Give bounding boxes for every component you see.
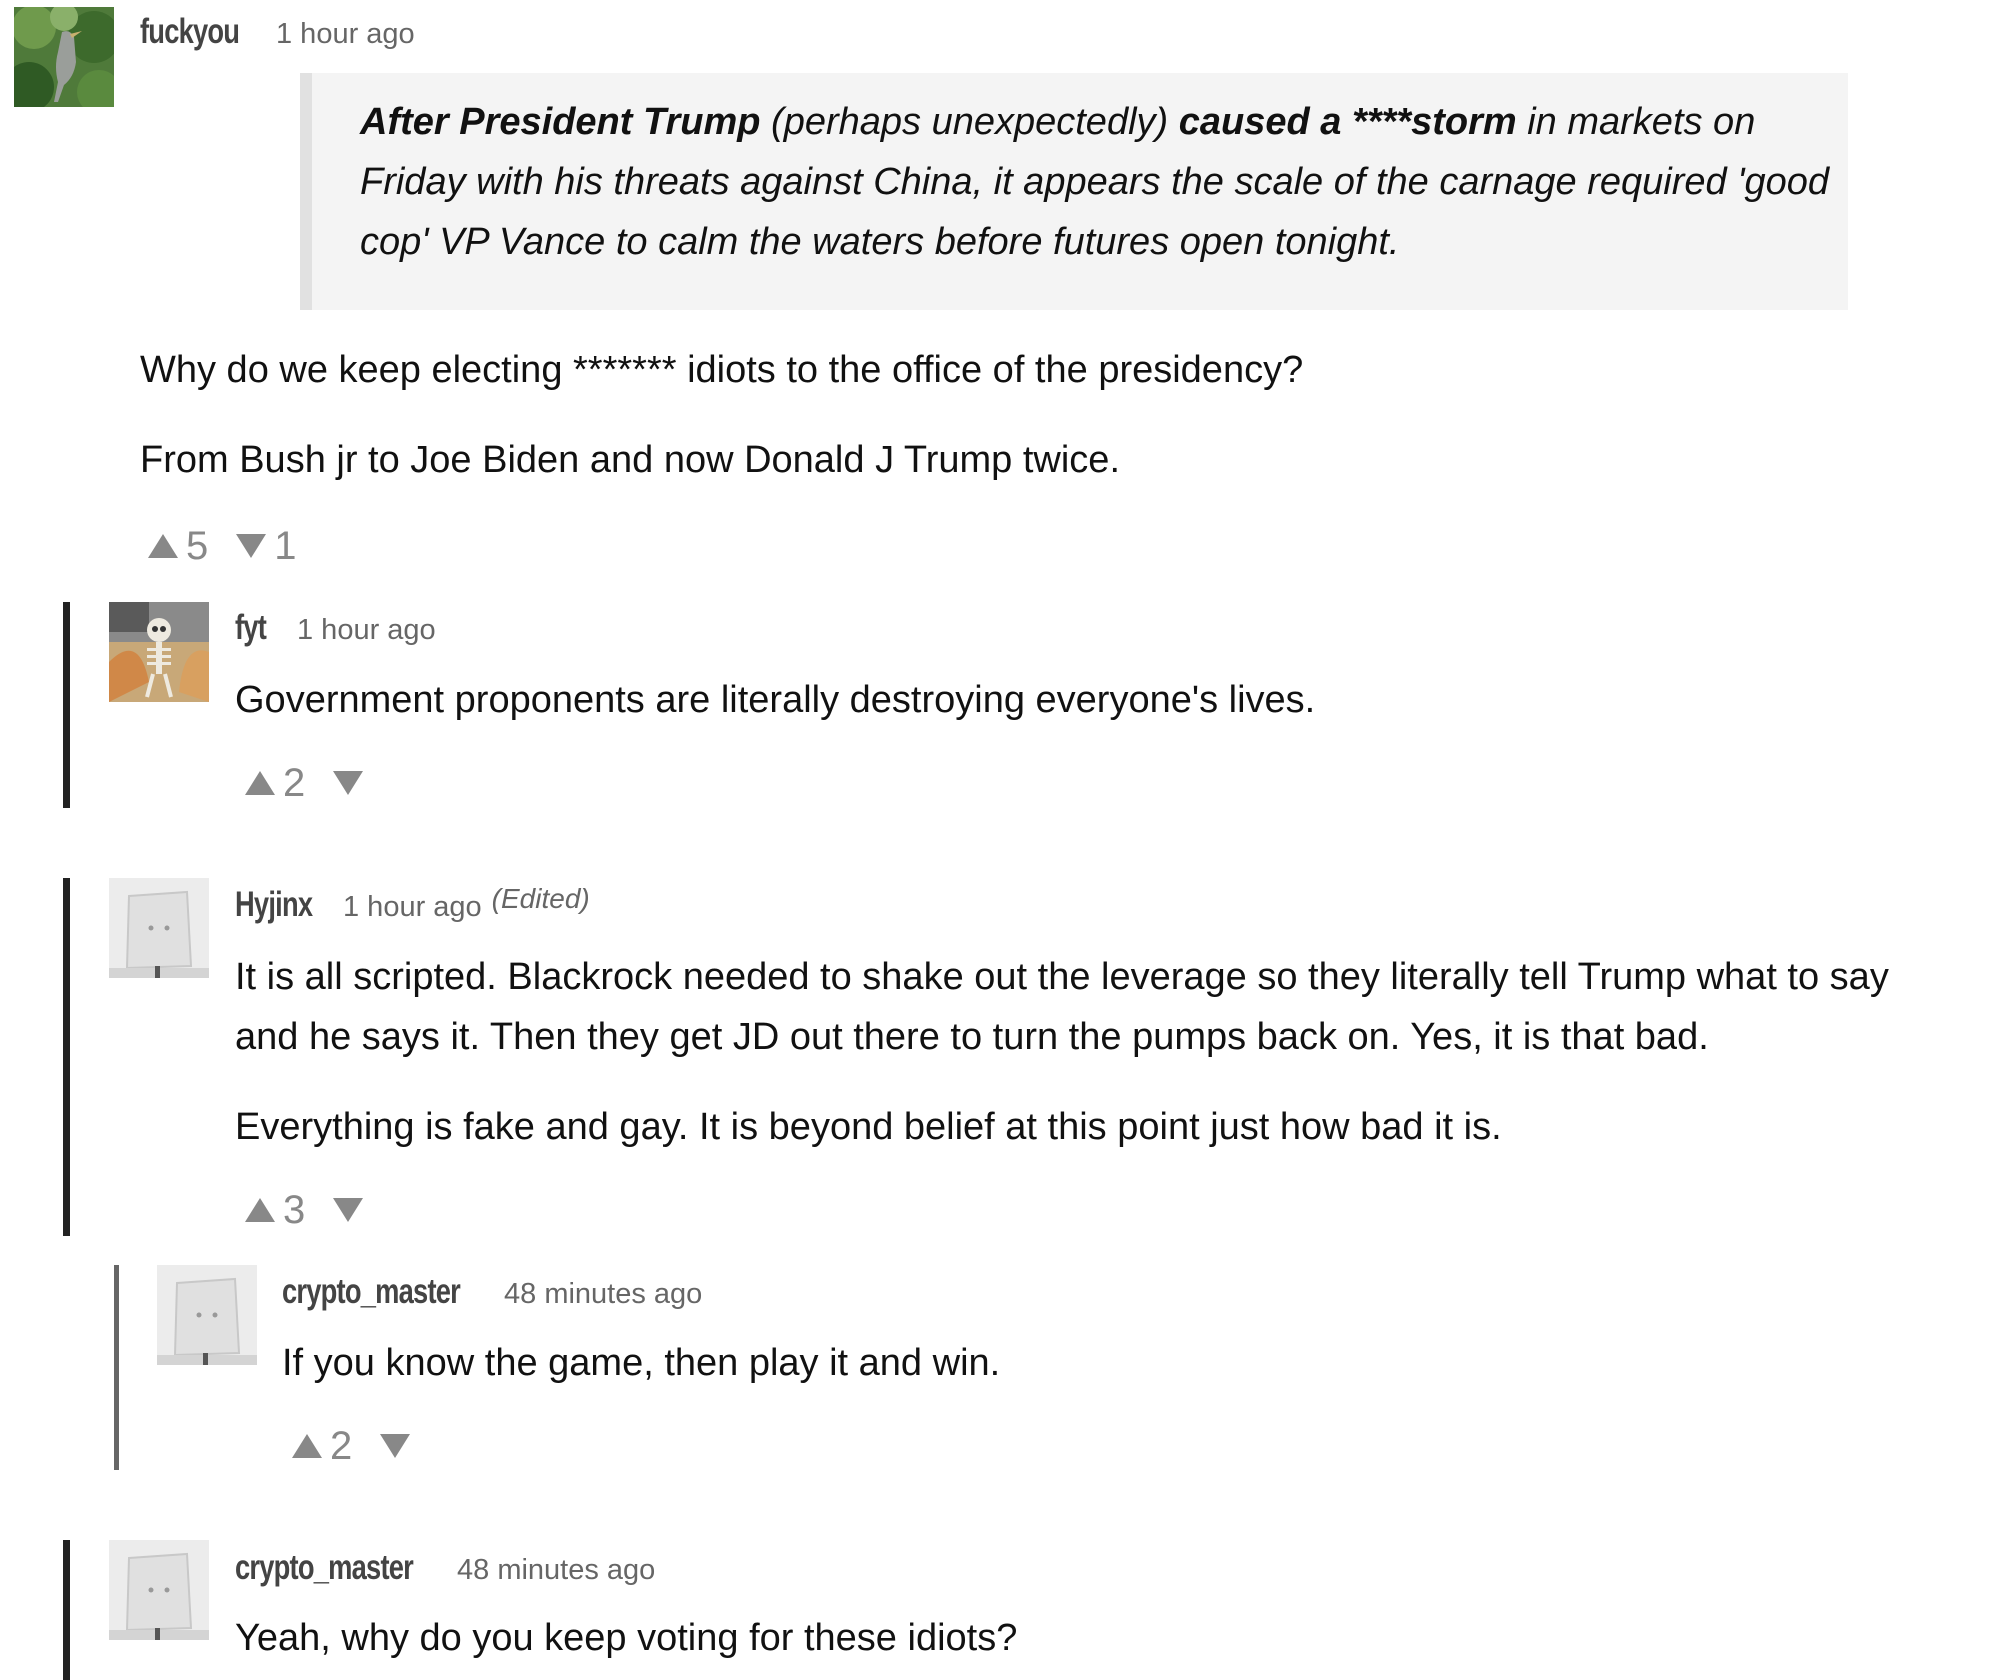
thread-line[interactable] — [63, 1540, 70, 1680]
downvote-count: 1 — [274, 524, 297, 568]
comment-text: and he says it. Then they get JD out the… — [235, 1016, 1709, 1058]
user-avatar[interactable] — [157, 1265, 257, 1365]
timestamp: 1 hour ago — [343, 891, 482, 923]
timestamp: 48 minutes ago — [457, 1554, 656, 1586]
username[interactable]: Hyjinx — [235, 885, 313, 925]
comment-text: Why do we keep electing ******* idiots t… — [140, 349, 1304, 391]
timestamp: 1 hour ago — [276, 18, 415, 50]
downvote-icon[interactable] — [333, 1198, 364, 1222]
upvote-count: 5 — [186, 524, 209, 568]
downvote-icon[interactable] — [333, 771, 364, 795]
username[interactable]: crypto_master — [235, 1548, 414, 1588]
skeleton-photo-icon — [109, 602, 209, 702]
downvote-icon[interactable] — [380, 1434, 411, 1458]
timestamp: 1 hour ago — [297, 614, 436, 646]
comment-text: Government proponents are literally dest… — [235, 679, 1316, 721]
edited-label: (Edited) — [491, 883, 590, 914]
thread-line[interactable] — [63, 602, 70, 808]
thread-line[interactable] — [114, 1265, 119, 1470]
default-avatar-icon — [109, 1540, 209, 1640]
vote-controls: 5 1 — [148, 526, 325, 566]
quote-text: After President Trump (perhaps unexpecte… — [360, 101, 1829, 263]
downvote-icon[interactable] — [236, 534, 267, 558]
thread-line[interactable] — [63, 878, 70, 1236]
upvote-count: 2 — [283, 761, 306, 805]
user-avatar[interactable] — [109, 602, 209, 702]
vote-controls: 3 — [245, 1188, 364, 1232]
user-avatar[interactable] — [109, 1540, 209, 1640]
comment-text: From Bush jr to Joe Biden and now Donald… — [140, 439, 1121, 481]
username[interactable]: crypto_master — [282, 1272, 461, 1312]
upvote-icon[interactable] — [245, 1198, 275, 1222]
upvote-icon[interactable] — [245, 771, 275, 795]
comment-text: Everything is fake and gay. It is beyond… — [235, 1106, 1502, 1148]
upvote-icon[interactable] — [148, 534, 178, 558]
comment-text: If you know the game, then play it and w… — [282, 1342, 1001, 1384]
user-avatar[interactable] — [14, 7, 114, 107]
upvote-icon[interactable] — [292, 1434, 322, 1458]
bird-photo-icon — [14, 7, 114, 107]
vote-controls: 2 — [292, 1424, 411, 1468]
upvote-count: 3 — [283, 1188, 306, 1232]
user-avatar[interactable] — [109, 878, 209, 978]
username[interactable]: fyt — [235, 608, 267, 648]
username[interactable]: fuckyou — [140, 12, 240, 52]
upvote-count: 2 — [330, 1424, 353, 1468]
timestamp: 48 minutes ago — [504, 1278, 703, 1310]
vote-controls: 2 — [245, 761, 364, 805]
comment-text: Yeah, why do you keep voting for these i… — [235, 1617, 1018, 1659]
default-avatar-icon — [157, 1265, 257, 1365]
default-avatar-icon — [109, 878, 209, 978]
comment-text: It is all scripted. Blackrock needed to … — [235, 956, 1889, 998]
